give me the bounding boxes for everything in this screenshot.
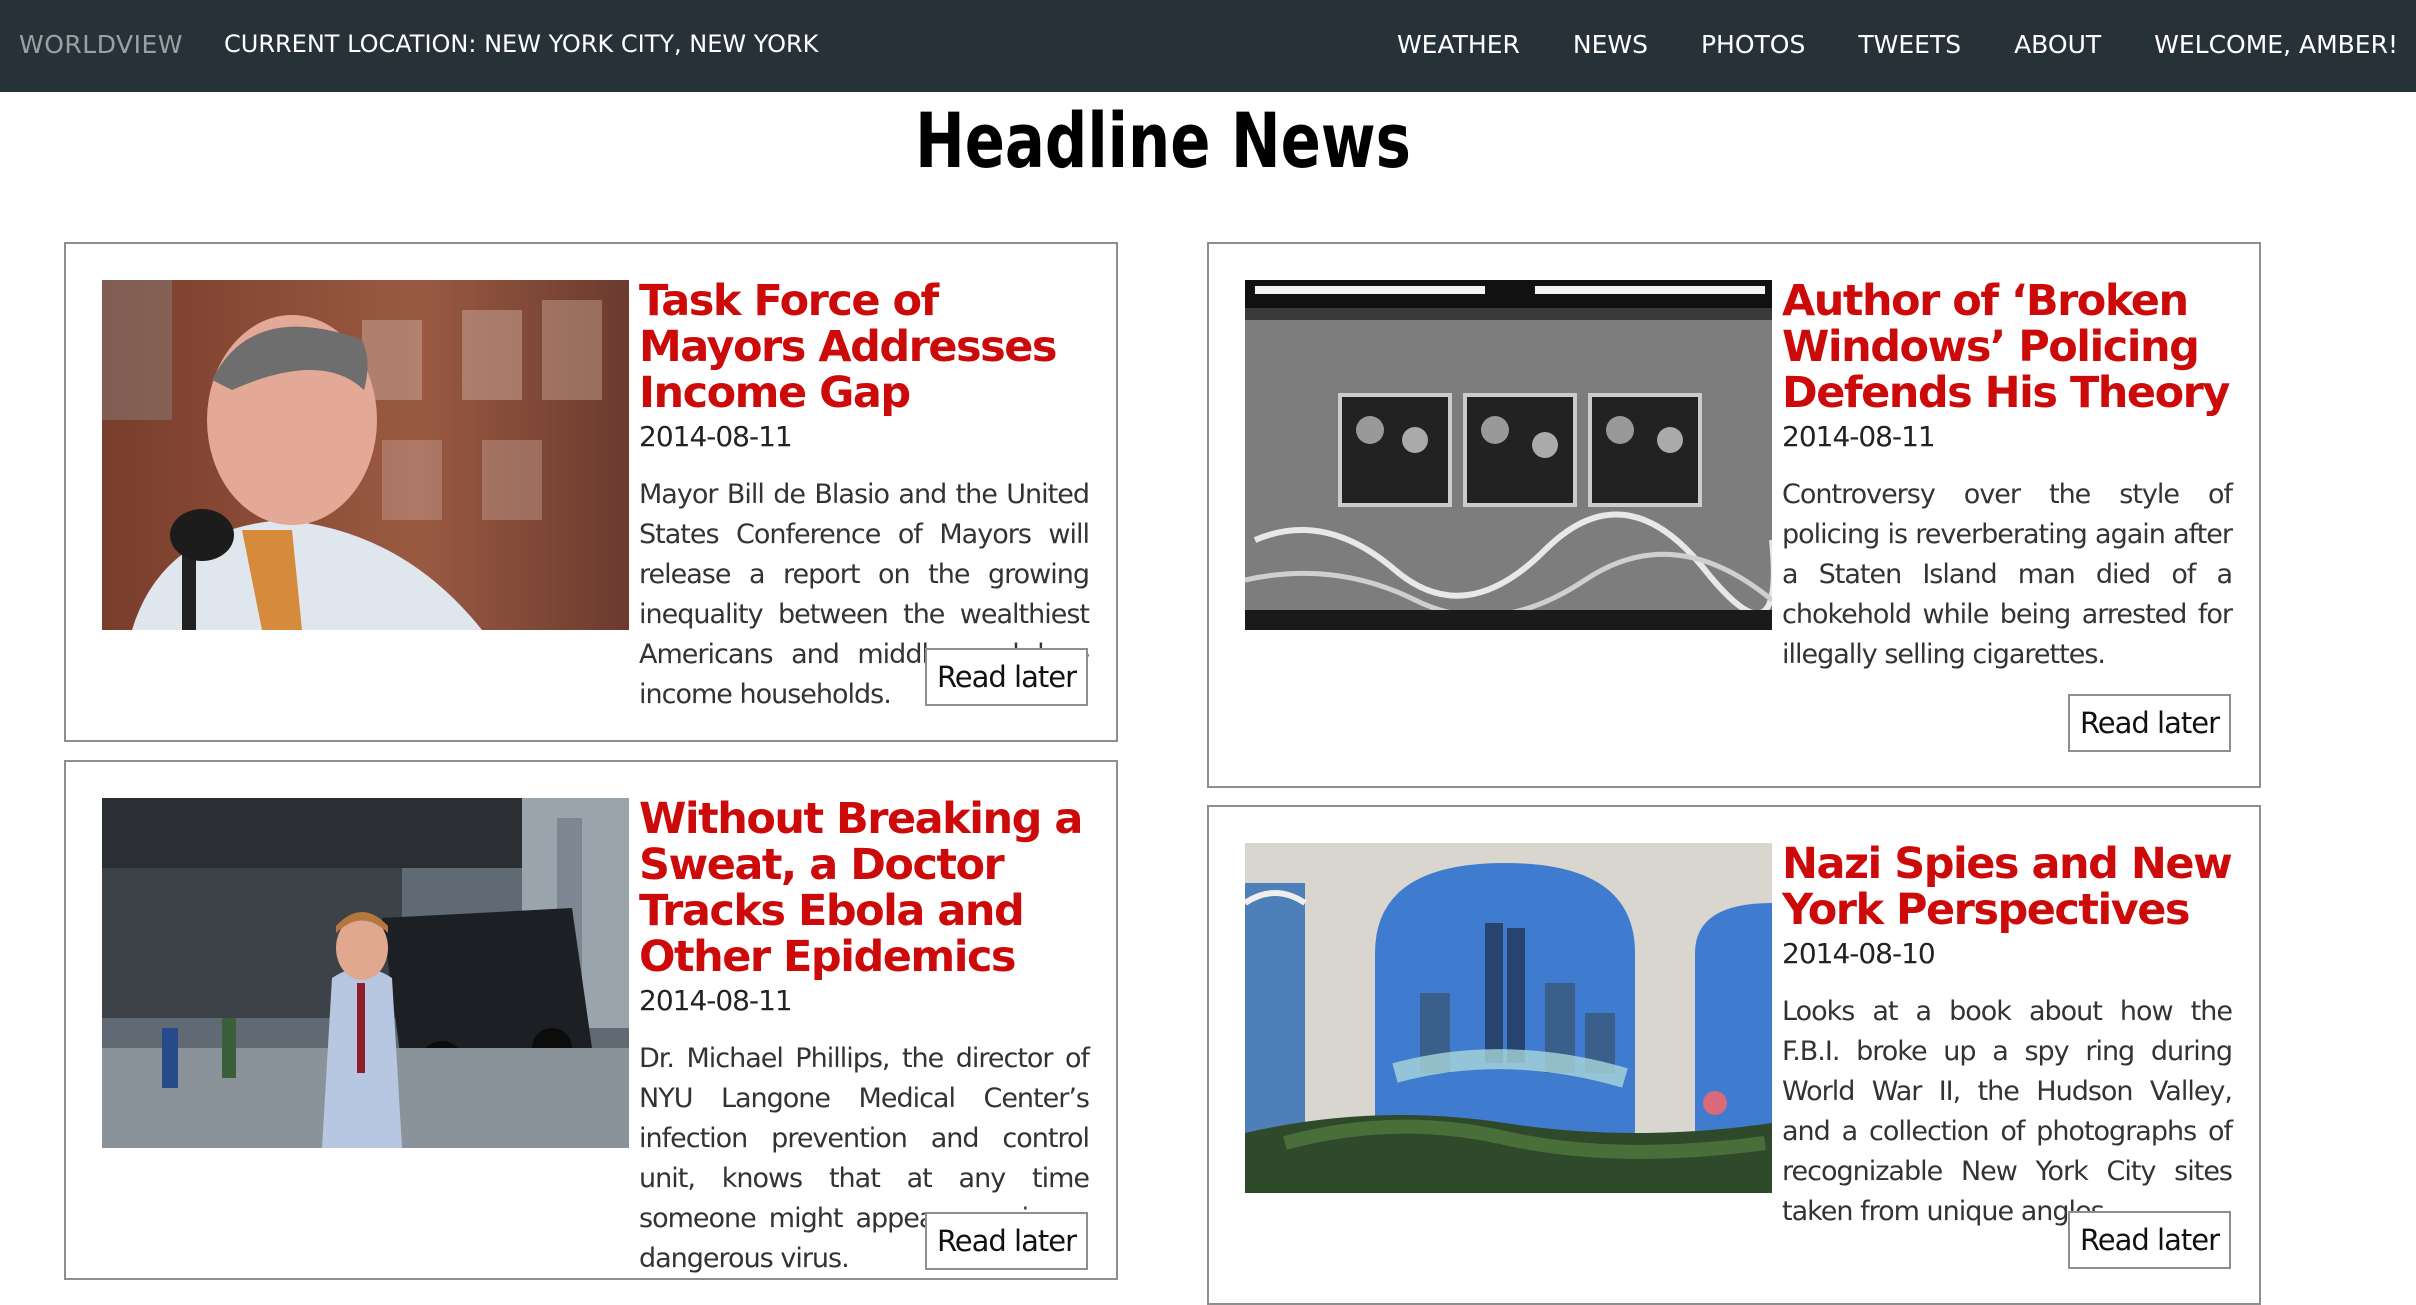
article-date: 2014-08-10 — [1782, 937, 1936, 970]
nav-link-news[interactable]: NEWS — [1573, 30, 1648, 59]
mayor-speaking-photo[interactable] — [102, 280, 629, 630]
read-later-button[interactable]: Read later — [2067, 694, 2231, 752]
nav-link-tweets[interactable]: TWEETS — [1858, 30, 1961, 59]
article-title-link[interactable]: Without Breaking a Sweat, a Doctor Track… — [639, 796, 1089, 980]
news-card: Author of ‘Broken Windows’ Policing Defe… — [1207, 242, 2261, 788]
top-navbar: WORLDVIEW CURRENT LOCATION: NEW YORK CIT… — [0, 0, 2416, 92]
doctor-street-photo[interactable] — [102, 798, 629, 1148]
nav-link-about[interactable]: ABOUT — [2014, 30, 2101, 59]
article-date: 2014-08-11 — [639, 984, 793, 1017]
news-card: Without Breaking a Sweat, a Doctor Track… — [64, 760, 1118, 1280]
news-card: Task Force of Mayors Addresses Income Ga… — [64, 242, 1118, 742]
article-title-link[interactable]: Task Force of Mayors Addresses Income Ga… — [639, 278, 1089, 416]
nav-links: WEATHER NEWS PHOTOS TWEETS ABOUT WELCOME… — [1344, 30, 2398, 59]
read-later-button[interactable]: Read later — [2067, 1211, 2231, 1269]
article-date: 2014-08-11 — [1782, 420, 1936, 453]
skyline-mural-photo[interactable] — [1245, 843, 1772, 1193]
nav-link-weather[interactable]: WEATHER — [1397, 30, 1520, 59]
article-description: Controversy over the style of policing i… — [1782, 479, 2233, 670]
current-location-label: CURRENT LOCATION: NEW YORK CITY, NEW YOR… — [224, 30, 819, 58]
news-card: Nazi Spies and New York Perspectives 201… — [1207, 805, 2261, 1305]
subway-car-graffiti-photo[interactable] — [1245, 280, 1772, 630]
article-description: Looks at a book about how the F.B.I. bro… — [1782, 996, 2233, 1227]
article-title-link[interactable]: Author of ‘Broken Windows’ Policing Defe… — [1782, 278, 2232, 416]
nav-link-user-welcome[interactable]: WELCOME, AMBER! — [2154, 30, 2398, 59]
nav-link-photos[interactable]: PHOTOS — [1701, 30, 1805, 59]
article-date: 2014-08-11 — [639, 420, 793, 453]
page-title: Headline News — [915, 96, 1411, 185]
read-later-button[interactable]: Read later — [924, 1212, 1088, 1270]
article-title-link[interactable]: Nazi Spies and New York Perspectives — [1782, 841, 2233, 933]
read-later-button[interactable]: Read later — [924, 648, 1088, 706]
brand-logo-link[interactable]: WORLDVIEW — [19, 30, 183, 59]
